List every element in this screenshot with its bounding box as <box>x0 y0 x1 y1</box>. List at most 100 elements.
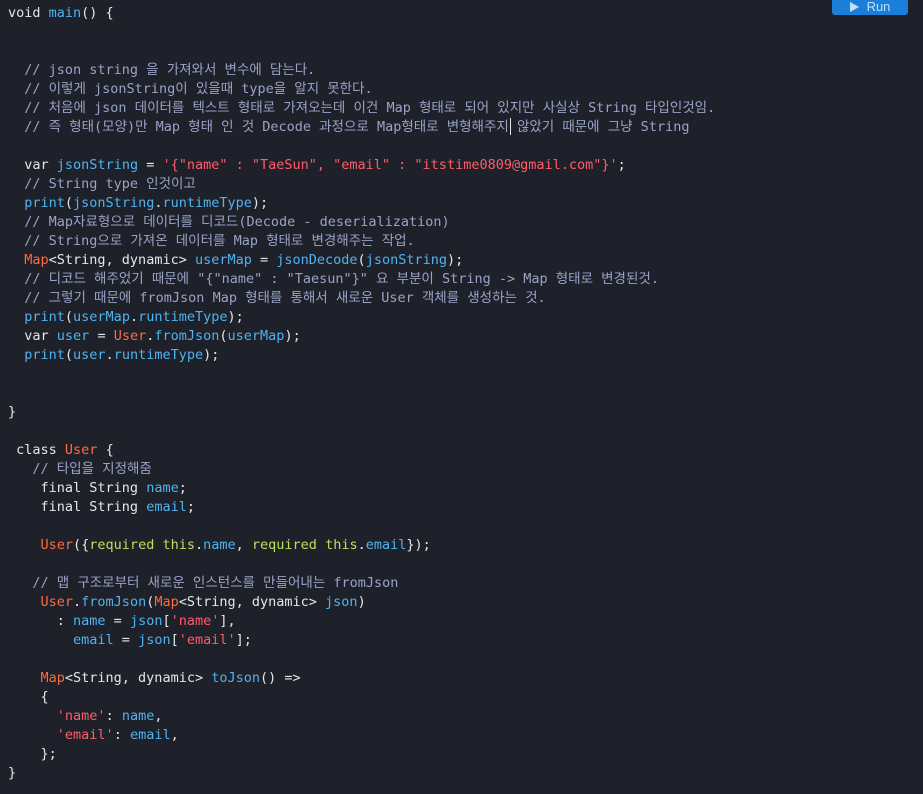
code-token-fn: jsonString <box>56 157 139 173</box>
code-token-comment: // 즉 형태(모양)만 Map 형태 인 것 Decode 과정으로 Map형… <box>8 119 690 135</box>
code-token-plain: : <box>113 727 130 743</box>
code-line: }; <box>8 745 57 764</box>
code-token-fn: name <box>121 708 155 724</box>
code-token-fn: jsonDecode <box>276 252 358 268</box>
code-token-plain: }); <box>406 537 431 553</box>
code-line: Map<String, dynamic> toJson() => <box>8 669 301 688</box>
code-token-comment: // 디코드 해주었기 때문에 "{"name" : "Taesun"}" 요 … <box>8 271 659 287</box>
code-line: // Map자료형으로 데이터를 디코드(Decode - deserializ… <box>8 213 450 232</box>
code-token-plain: <String, dynamic> <box>178 594 326 610</box>
code-token-kw: var <box>24 328 49 344</box>
code-token-fn: main <box>48 5 82 21</box>
code-token-fn: fromJson <box>81 594 147 610</box>
code-token-plain: . <box>73 594 82 610</box>
run-button[interactable]: Run <box>832 0 908 15</box>
code-line: { <box>8 688 49 707</box>
code-token-type: User <box>64 442 98 458</box>
code-line: // 처음에 json 데이터를 텍스트 형태로 가져오는데 이건 Map 형태… <box>8 99 715 118</box>
code-token-comment: // 타입을 지정해줌 <box>8 461 152 477</box>
code-token-plain: = <box>251 252 277 268</box>
code-token-fn: user <box>56 328 90 344</box>
code-token-string: 'name' <box>170 613 220 629</box>
code-editor[interactable]: void main() { // json string 을 가져와서 변수에 … <box>0 0 923 794</box>
code-token-fn: json <box>325 594 358 610</box>
code-token-plain: ( <box>357 252 366 268</box>
code-token-fn: email <box>129 727 171 743</box>
code-token-fn: print <box>24 347 65 363</box>
code-token-plain: String <box>81 480 147 496</box>
code-line: // 디코드 해주었기 때문에 "{"name" : "Taesun"}" 요 … <box>8 270 659 289</box>
code-token-type: Map <box>40 670 65 686</box>
code-line: // 이렇게 jsonString이 있을때 type을 알지 못한다. <box>8 80 372 99</box>
code-token-plain: ) <box>357 594 366 610</box>
code-token-fn: userMap <box>227 328 285 344</box>
code-token-this: required <box>251 537 317 553</box>
code-token-fn: jsonString <box>365 252 447 268</box>
code-token-plain: { <box>8 689 49 705</box>
code-token-plain: ); <box>227 309 244 325</box>
code-token-comment: // 맵 구조로부터 새로운 인스턴스를 만들어내는 fromJson <box>8 575 399 591</box>
run-label: Run <box>866 0 891 14</box>
code-line: } <box>8 764 16 783</box>
code-token-fn: userMap <box>194 252 252 268</box>
code-token-type: User <box>40 594 74 610</box>
code-token-plain: { <box>97 442 114 458</box>
code-token-plain: . <box>129 309 139 325</box>
code-token-plain: ]; <box>235 632 252 648</box>
code-token-string: 'name' <box>56 708 106 724</box>
code-token-fn: userMap <box>73 309 130 325</box>
code-token-plain: = <box>138 157 163 173</box>
code-token-kw: final <box>40 499 82 515</box>
code-token-plain: ); <box>203 347 220 363</box>
code-token-plain: = <box>105 613 130 629</box>
code-token-kw: final <box>40 480 82 496</box>
code-token-this: required <box>89 537 155 553</box>
code-token-plain: ( <box>64 195 74 211</box>
code-token-comment: // 처음에 json 데이터를 텍스트 형태로 가져오는데 이건 Map 형태… <box>8 100 716 116</box>
code-token-fn: fromJson <box>154 328 220 344</box>
code-line: 'email': email, <box>8 726 179 745</box>
code-token-this: this <box>162 537 195 553</box>
code-line: var user = User.fromJson(userMap); <box>8 327 300 346</box>
code-token-comment: // Map자료형으로 데이터를 디코드(Decode - deserializ… <box>8 214 450 230</box>
code-line: Map<String, dynamic> userMap = jsonDecod… <box>8 251 463 270</box>
code-line: // 타입을 지정해줌 <box>8 460 152 479</box>
code-token-fn: name <box>73 613 106 629</box>
code-token-fn: name <box>146 480 179 496</box>
play-icon <box>849 1 859 12</box>
code-token-string: 'email' <box>56 727 114 743</box>
code-token-comment: // 그렇기 때문에 fromJson Map 형태를 통해서 새로운 User… <box>8 290 546 306</box>
code-line: print(jsonString.runtimeType); <box>8 194 268 213</box>
code-token-plain: : <box>8 613 74 629</box>
code-token-plain: String <box>81 499 147 515</box>
code-token-plain: } <box>8 404 17 420</box>
code-token-string: '{"name" : "TaeSun", "email" : "itstime0… <box>162 157 618 173</box>
code-line: void main() { <box>8 4 114 23</box>
code-line: // json string 을 가져와서 변수에 담는다. <box>8 61 315 80</box>
code-line: email = json['email']; <box>8 631 252 650</box>
code-token-plain: = <box>113 632 139 648</box>
code-line: print(userMap.runtimeType); <box>8 308 244 327</box>
code-line: // 그렇기 때문에 fromJson Map 형태를 통해서 새로운 User… <box>8 289 546 308</box>
code-token-fn: print <box>24 195 65 211</box>
code-token-plain: ( <box>64 309 74 325</box>
code-token-plain: ; <box>178 480 187 496</box>
code-token-plain: }; <box>8 746 57 762</box>
code-token-type: Map <box>154 594 179 610</box>
code-token-comment: // String type 인것이고 <box>8 176 196 192</box>
text-cursor <box>510 118 511 135</box>
code-token-plain: = <box>89 328 114 344</box>
code-token-fn: runtimeType <box>138 309 228 325</box>
code-line: User.fromJson(Map<String, dynamic> json) <box>8 593 366 612</box>
code-token-fn: runtimeType <box>162 195 252 211</box>
